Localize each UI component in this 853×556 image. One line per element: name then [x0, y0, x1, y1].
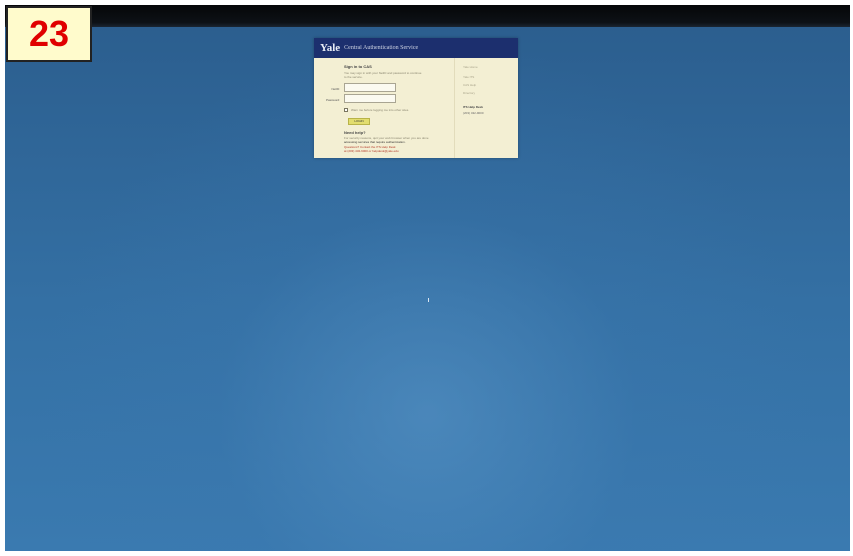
monitor-photo: Yale Central Authentication Service Sign… [5, 5, 850, 551]
login-form: Sign in to CAS You may sign in with your… [314, 58, 454, 158]
login-service-title: Central Authentication Service [344, 45, 419, 51]
help-heading: Need help? [344, 130, 366, 135]
login-heading: Sign in to CAS [344, 64, 372, 69]
login-header: Yale Central Authentication Service [314, 38, 518, 58]
login-window: Yale Central Authentication Service Sign… [314, 38, 518, 158]
side-note-helpdesk: ITS Help Desk [463, 105, 484, 109]
step-number: 23 [28, 13, 70, 54]
warn-checkbox[interactable] [344, 108, 348, 112]
login-intro-line-2: to the service. [344, 75, 363, 79]
mouse-cursor [428, 298, 429, 302]
help-contact-link[interactable]: at (203) 432-9000 or helpdesk@yale.edu [344, 149, 399, 153]
netid-label: NetID: [331, 87, 340, 91]
password-label: Password: [325, 98, 340, 102]
yale-logo: Yale [320, 42, 341, 54]
step-number-badge: 23 [6, 6, 92, 62]
side-link-yale-home[interactable]: Yale Home [463, 65, 478, 69]
monitor-bezel [5, 5, 850, 27]
login-body: Sign in to CAS You may sign in with your… [314, 58, 518, 158]
password-input[interactable] [344, 94, 396, 103]
side-note-phone: (203) 432-9000 [463, 111, 484, 115]
login-sidebar: Yale Home Yale ITS CAS Help Directory IT… [454, 58, 518, 158]
login-button[interactable]: LOGIN [348, 118, 370, 125]
warn-label: Warn me before logging me into other sit… [351, 108, 410, 112]
side-link-yale-its[interactable]: Yale ITS [463, 75, 474, 79]
netid-input[interactable] [344, 83, 396, 92]
side-link-cas-help[interactable]: CAS Help [463, 83, 476, 87]
help-line-2: accessing services that require authenti… [344, 140, 406, 144]
side-link-directory[interactable]: Directory [463, 91, 475, 95]
